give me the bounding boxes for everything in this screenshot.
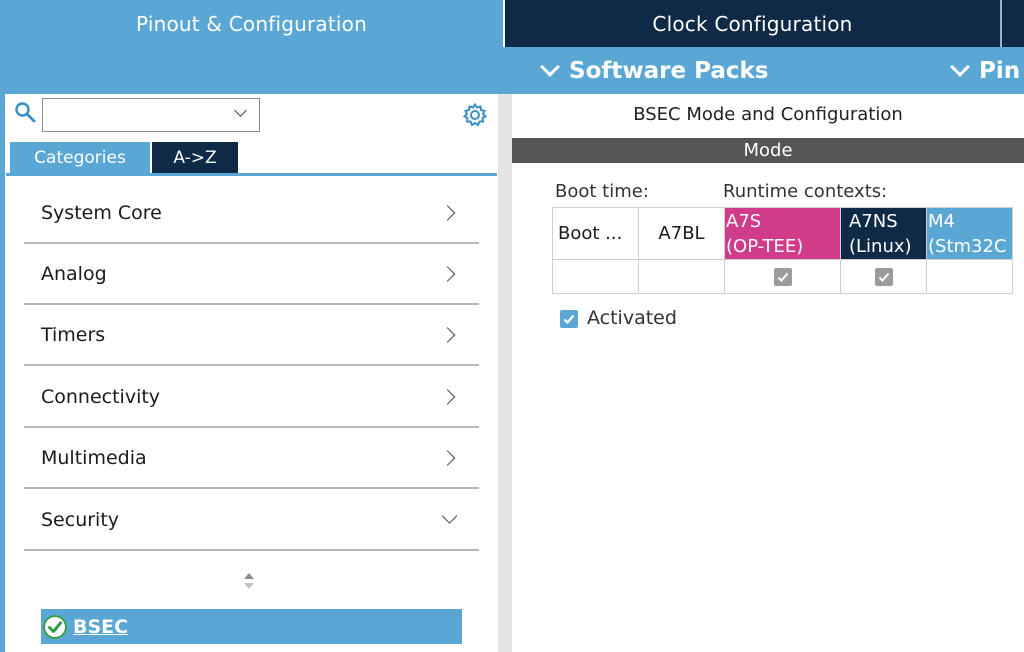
category-label: Security <box>41 508 120 531</box>
cell-a7bl <box>638 259 725 294</box>
context-table: Boot ... A7BL A7S (OP-TEE) A7NS (Linux) … <box>552 207 1013 294</box>
check-circle-icon <box>43 614 67 639</box>
tab-pinout-configuration[interactable]: Pinout & Configuration <box>0 0 503 47</box>
runtime-contexts-label: Runtime contexts: <box>723 181 888 202</box>
tab-clock-configuration[interactable]: Clock Configuration <box>505 0 1000 47</box>
column-a7bl: A7BL <box>638 207 725 260</box>
cell-m4 <box>926 259 1013 294</box>
activated-checkbox[interactable] <box>560 310 578 328</box>
category-label: Connectivity <box>41 385 161 408</box>
tab-categories[interactable]: Categories <box>10 142 150 173</box>
chevron-down-icon <box>950 56 970 77</box>
category-connectivity[interactable]: Connectivity <box>24 367 479 428</box>
category-analog[interactable]: Analog <box>24 244 479 305</box>
column-m4-sublabel: (Stm32C <box>928 235 1007 257</box>
boot-time-label: Boot time: <box>555 181 649 202</box>
search-icon[interactable] <box>14 101 36 123</box>
column-a7ns-label: A7NS <box>849 210 898 232</box>
chevron-down-icon <box>441 508 458 524</box>
chevron-right-icon <box>439 449 456 466</box>
software-packs-menu[interactable]: Software Packs <box>540 47 769 94</box>
category-system-core[interactable]: System Core <box>24 183 479 244</box>
column-m4-label: M4 <box>928 210 955 232</box>
mode-section-header[interactable]: Mode <box>512 138 1024 163</box>
category-label: Analog <box>41 262 107 285</box>
a7ns-checkbox[interactable] <box>874 267 893 286</box>
chevron-down-icon <box>540 56 560 77</box>
column-a7ns-sublabel: (Linux) <box>849 235 912 257</box>
bsec-label: BSEC <box>73 615 129 638</box>
tab-a-to-z[interactable]: A->Z <box>152 142 238 173</box>
chevron-right-icon <box>439 326 456 343</box>
software-packs-label: Software Packs <box>569 57 769 84</box>
category-security[interactable]: Security <box>24 490 479 551</box>
column-a7ns: A7NS (Linux) <box>840 207 927 260</box>
a7s-checkbox[interactable] <box>773 267 792 286</box>
sort-icon[interactable] <box>243 571 255 591</box>
panel-divider[interactable] <box>498 94 512 652</box>
category-label: System Core <box>41 201 162 224</box>
gear-icon[interactable] <box>462 102 488 128</box>
chevron-right-icon <box>439 388 456 405</box>
column-boot-label: Boot ... <box>558 223 623 244</box>
column-a7s-label: A7S <box>726 210 762 232</box>
column-m4: M4 (Stm32C <box>926 207 1013 260</box>
pinout-menu[interactable]: Pin <box>950 47 1021 94</box>
chevron-right-icon <box>439 204 456 221</box>
tab-underline <box>6 173 497 176</box>
search-combobox[interactable] <box>42 98 260 132</box>
activated-label: Activated <box>587 307 677 329</box>
column-a7s-sublabel: (OP-TEE) <box>726 235 804 257</box>
column-boot: Boot ... <box>552 207 639 260</box>
category-timers[interactable]: Timers <box>24 305 479 366</box>
peripheral-item-bsec[interactable]: BSEC <box>41 609 462 644</box>
column-a7bl-label: A7BL <box>658 223 705 244</box>
category-label: Multimedia <box>41 446 147 469</box>
column-a7s: A7S (OP-TEE) <box>724 207 841 260</box>
panel-title: BSEC Mode and Configuration <box>633 104 903 125</box>
cell-a7ns <box>840 259 927 294</box>
chevron-right-icon <box>439 265 456 282</box>
cell-boot <box>552 259 639 294</box>
category-label: Timers <box>41 323 106 346</box>
pinout-menu-label: Pin <box>979 57 1021 84</box>
sub-menu-bar <box>0 47 1024 94</box>
category-multimedia[interactable]: Multimedia <box>24 428 479 489</box>
cell-a7s <box>724 259 841 294</box>
tab-more[interactable] <box>1002 0 1024 47</box>
